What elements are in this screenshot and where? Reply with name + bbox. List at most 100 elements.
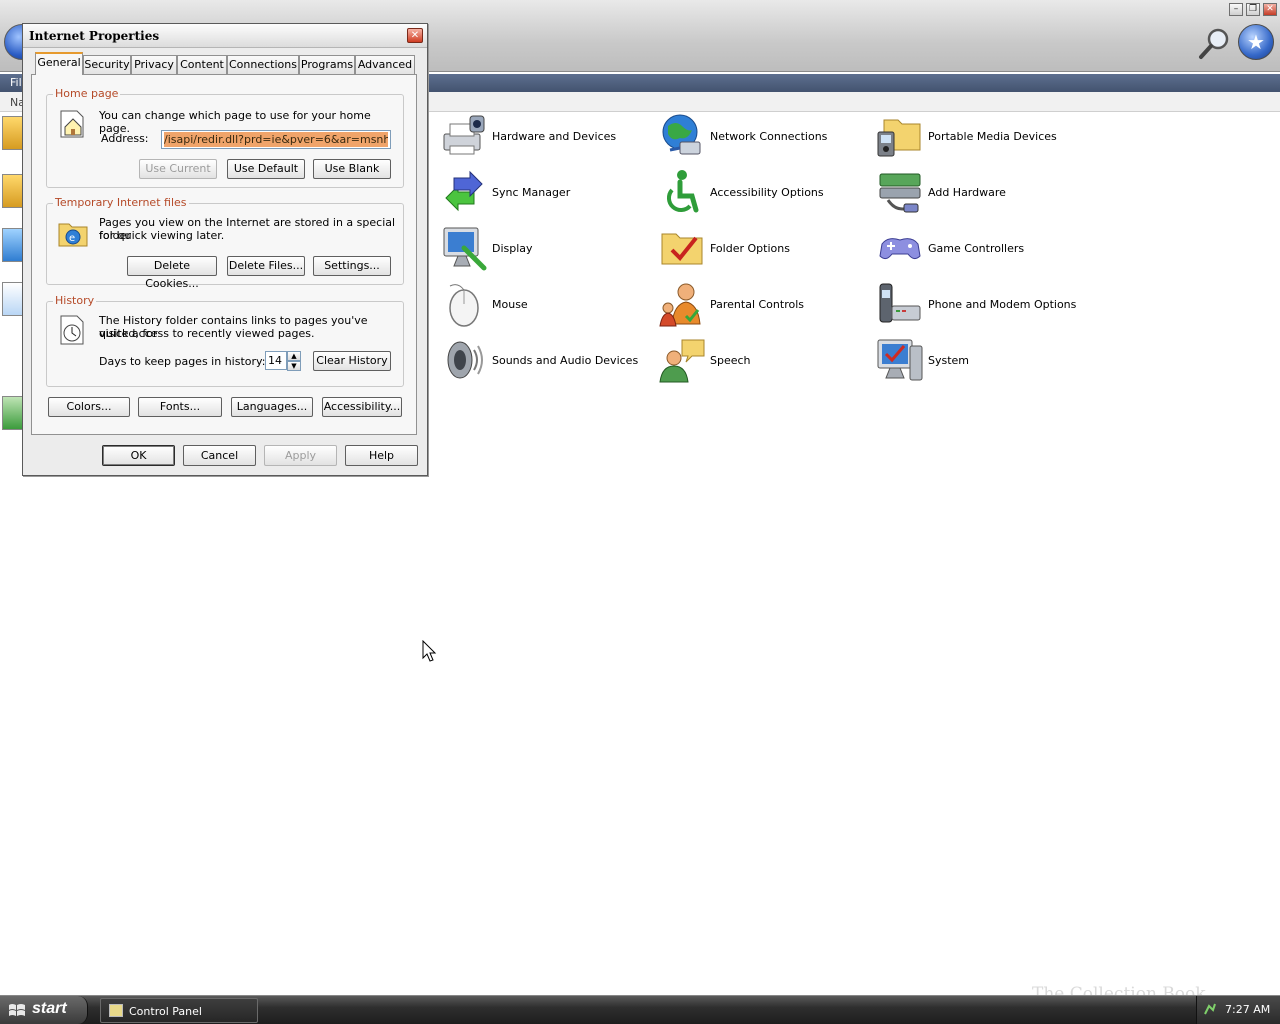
hardware-icon	[879, 173, 921, 213]
cp-item-game-controllers[interactable]: Game Controllers	[876, 223, 1024, 273]
temporary-files-description-line2: for quick viewing later.	[99, 229, 225, 242]
history-group-title: History	[53, 294, 97, 307]
address-input-value: /isapi/redir.dll?prd=ie&pver=6&ar=msnhom…	[164, 132, 388, 147]
favorites-star-icon[interactable]: ★	[1238, 24, 1274, 60]
control-panel-icon	[109, 1004, 123, 1017]
cp-item-phone-modem[interactable]: Phone and Modem Options	[876, 279, 1076, 329]
home-page-icon	[60, 110, 84, 138]
cp-item-parental-controls[interactable]: Parental Controls	[658, 279, 804, 329]
cp-item-label: Speech	[710, 353, 751, 367]
cp-item-label: System	[928, 353, 970, 367]
cp-item-display[interactable]: Display	[440, 223, 533, 273]
mouse-icon	[449, 284, 479, 327]
cp-item-speech[interactable]: Speech	[658, 335, 751, 385]
speech-icon	[659, 339, 705, 383]
cp-item-label: Display	[492, 241, 533, 255]
cp-item-label: Accessibility Options	[710, 185, 824, 199]
cp-item-label: Mouse	[492, 297, 528, 311]
network-tray-icon[interactable]	[1203, 1002, 1217, 1016]
temporary-files-settings-button[interactable]: Settings...	[313, 256, 391, 276]
sync-arrows-icon	[445, 170, 483, 212]
start-button[interactable]: start	[0, 996, 88, 1024]
printer-icon	[443, 115, 485, 155]
cp-item-hardware-devices[interactable]: Hardware and Devices	[440, 111, 616, 161]
use-current-button[interactable]: Use Current	[139, 159, 217, 179]
tab-content[interactable]: Content	[177, 55, 227, 74]
cp-item-add-hardware[interactable]: Add Hardware	[876, 167, 1006, 217]
cp-item-accessibility-options[interactable]: Accessibility Options	[658, 167, 824, 217]
minimize-button[interactable]: –	[1229, 3, 1243, 16]
address-label: Address:	[101, 132, 149, 145]
home-page-group-title: Home page	[53, 87, 121, 100]
internet-properties-dialog: Internet Properties ✕ General Security P…	[22, 23, 428, 476]
cp-item-system[interactable]: System	[876, 335, 969, 385]
cp-item-sync-manager[interactable]: Sync Manager	[440, 167, 570, 217]
taskbar-item-control-panel[interactable]: Control Panel	[100, 998, 258, 1023]
phone-modem-icon	[879, 283, 921, 323]
dialog-close-button[interactable]: ✕	[407, 28, 423, 43]
temporary-files-folder-icon: e	[58, 223, 88, 247]
cp-item-label: Phone and Modem Options	[928, 297, 1077, 311]
history-group: History The History folder contains link…	[46, 294, 404, 387]
home-page-group: Home page You can change which page to u…	[46, 87, 404, 188]
taskbar: start Control Panel 7:27 AM	[0, 995, 1280, 1024]
monitor-icon	[443, 227, 487, 271]
cp-item-label: Portable Media Devices	[928, 129, 1057, 143]
use-default-button[interactable]: Use Default	[227, 159, 305, 179]
close-button[interactable]: ✕	[1263, 3, 1277, 16]
home-page-address-input[interactable]: /isapi/redir.dll?prd=ie&pver=6&ar=msnhom…	[161, 130, 391, 149]
delete-files-button[interactable]: Delete Files...	[227, 256, 305, 276]
dialog-titlebar[interactable]: Internet Properties ✕	[23, 24, 427, 48]
tab-programs[interactable]: Programs	[299, 55, 355, 74]
tab-connections[interactable]: Connections	[227, 55, 299, 74]
clear-history-button[interactable]: Clear History	[313, 351, 391, 371]
cp-item-label: Network Connections	[710, 129, 828, 143]
cp-item-label: Parental Controls	[710, 297, 804, 311]
globe-network-icon	[662, 114, 701, 155]
system-tray: 7:27 AM	[1196, 996, 1280, 1024]
tab-advanced[interactable]: Advanced	[355, 55, 415, 74]
days-spin-up-button[interactable]: ▲	[287, 351, 301, 361]
help-button[interactable]: Help	[345, 445, 418, 466]
cancel-button[interactable]: Cancel	[183, 445, 256, 466]
delete-cookies-button[interactable]: Delete Cookies...	[127, 256, 217, 290]
speaker-icon	[447, 341, 483, 379]
tab-general[interactable]: General	[35, 52, 83, 75]
cp-item-label: Game Controllers	[928, 241, 1025, 255]
colors-button[interactable]: Colors...	[48, 397, 130, 417]
cp-item-folder-options[interactable]: Folder Options	[658, 223, 790, 273]
cp-item-portable-media[interactable]: Portable Media Devices	[876, 111, 1057, 161]
people-icon	[659, 283, 701, 327]
tab-security[interactable]: Security	[83, 55, 131, 74]
languages-button[interactable]: Languages...	[231, 397, 313, 417]
system-monitor-icon	[877, 339, 923, 381]
cp-item-mouse[interactable]: Mouse	[440, 279, 528, 329]
cp-item-sounds-audio[interactable]: Sounds and Audio Devices	[440, 335, 638, 385]
folder-check-icon	[661, 233, 703, 265]
mouse-cursor-icon	[422, 640, 437, 662]
cp-item-label: Sounds and Audio Devices	[492, 353, 639, 367]
history-icon	[60, 315, 84, 345]
search-icon[interactable]	[1198, 26, 1232, 60]
cp-item-label: Folder Options	[710, 241, 790, 255]
clock[interactable]: 7:27 AM	[1225, 1003, 1270, 1016]
days-spin-down-button[interactable]: ▼	[287, 361, 301, 371]
wheelchair-icon	[666, 170, 699, 213]
cp-item-label: Hardware and Devices	[492, 129, 617, 143]
use-blank-button[interactable]: Use Blank	[313, 159, 391, 179]
media-folder-icon	[877, 119, 921, 157]
apply-button[interactable]: Apply	[264, 445, 337, 466]
ok-button[interactable]: OK	[102, 445, 175, 466]
restore-button[interactable]: ❐	[1246, 3, 1260, 16]
cp-item-network-connections[interactable]: Network Connections	[658, 111, 827, 161]
general-tab-panel: Home page You can change which page to u…	[31, 74, 417, 435]
temporary-files-group: Temporary Internet files e Pages you vie…	[46, 196, 404, 290]
cp-item-label: Sync Manager	[492, 185, 571, 199]
gamepad-icon	[879, 238, 921, 260]
days-to-keep-label: Days to keep pages in history:	[99, 355, 266, 368]
fonts-button[interactable]: Fonts...	[138, 397, 222, 417]
accessibility-button[interactable]: Accessibility...	[322, 397, 402, 417]
taskbar-item-label: Control Panel	[129, 1005, 202, 1018]
tab-privacy[interactable]: Privacy	[131, 55, 177, 74]
days-to-keep-input[interactable]: 14	[265, 351, 287, 370]
